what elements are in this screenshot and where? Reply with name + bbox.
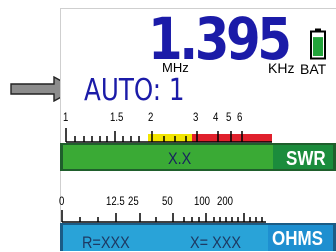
reactance-readout: X= XXX [190, 233, 242, 252]
unit-khz-label: KHz [268, 60, 295, 76]
battery-label: BAT [300, 61, 327, 77]
swr-badge: SWR [286, 148, 326, 170]
ohms-badge: OHMS [272, 228, 323, 250]
mode-indicator: AUTO: 1 [84, 73, 185, 108]
resistance-readout: R=XXX [82, 233, 130, 252]
swr-meter: 1 1.5 2 3 4 5 6 X.X SWR [60, 106, 336, 186]
ohms-meter: 0 12.5 25 50 100 200 R=XXX X= XXX OHMS [59, 195, 336, 252]
screenshot: 1.395 MHz KHz BAT AUTO: 1 1 1.5 2 3 4 5 … [0, 0, 336, 252]
swr-reading: X.X [168, 149, 192, 168]
battery-icon [310, 28, 326, 60]
